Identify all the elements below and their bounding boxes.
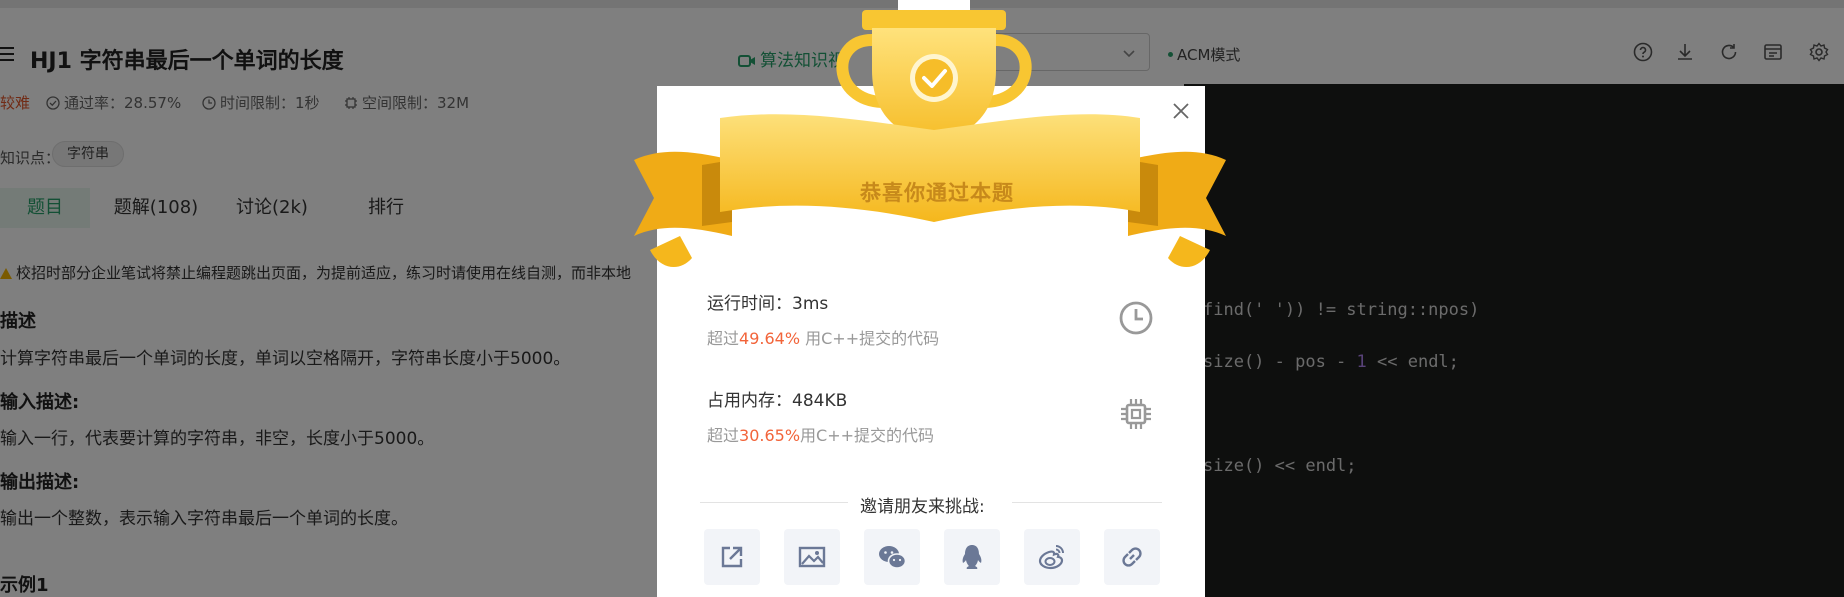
image-icon (798, 546, 826, 568)
divider-right (1012, 502, 1162, 503)
memory-suffix: 用C++提交的代码 (800, 426, 935, 445)
link-icon (1122, 547, 1142, 567)
runtime-label: 运行时间：3ms (707, 294, 829, 314)
clock-icon (1119, 301, 1153, 335)
runtime-suffix: 用C++提交的代码 (800, 329, 940, 348)
memory-rank: 超过30.65%用C++提交的代码 (707, 422, 934, 446)
runtime-prefix: 超过 (707, 329, 740, 348)
chip-icon (1121, 399, 1151, 429)
congrats-text: 恭喜你通过本题 (860, 181, 1014, 205)
share-qq-button[interactable] (944, 529, 1000, 585)
memory-prefix: 超过 (707, 426, 740, 445)
share-image-button[interactable] (784, 529, 840, 585)
congrats-banner-text: 恭喜你通过本题 (0, 177, 1844, 207)
share-weibo-button[interactable] (1024, 529, 1080, 585)
share-icon (721, 546, 743, 568)
memory-percentage: 30.65% (739, 426, 801, 445)
runtime-percentage: 49.64% (739, 329, 801, 348)
memory-label: 占用内存：484KB (707, 391, 848, 411)
trophy-banner-icon (634, 0, 1226, 268)
invite-text: 邀请朋友来挑战: (860, 497, 985, 517)
share-wechat-button[interactable] (864, 529, 920, 585)
wechat-icon (879, 546, 907, 569)
share-link-button[interactable] (1104, 529, 1160, 585)
runtime-rank: 超过49.64% 用C++提交的代码 (707, 325, 939, 349)
divider-left (700, 502, 848, 503)
qq-icon (962, 545, 982, 569)
share-button[interactable] (704, 529, 760, 585)
weibo-icon (1038, 545, 1064, 570)
